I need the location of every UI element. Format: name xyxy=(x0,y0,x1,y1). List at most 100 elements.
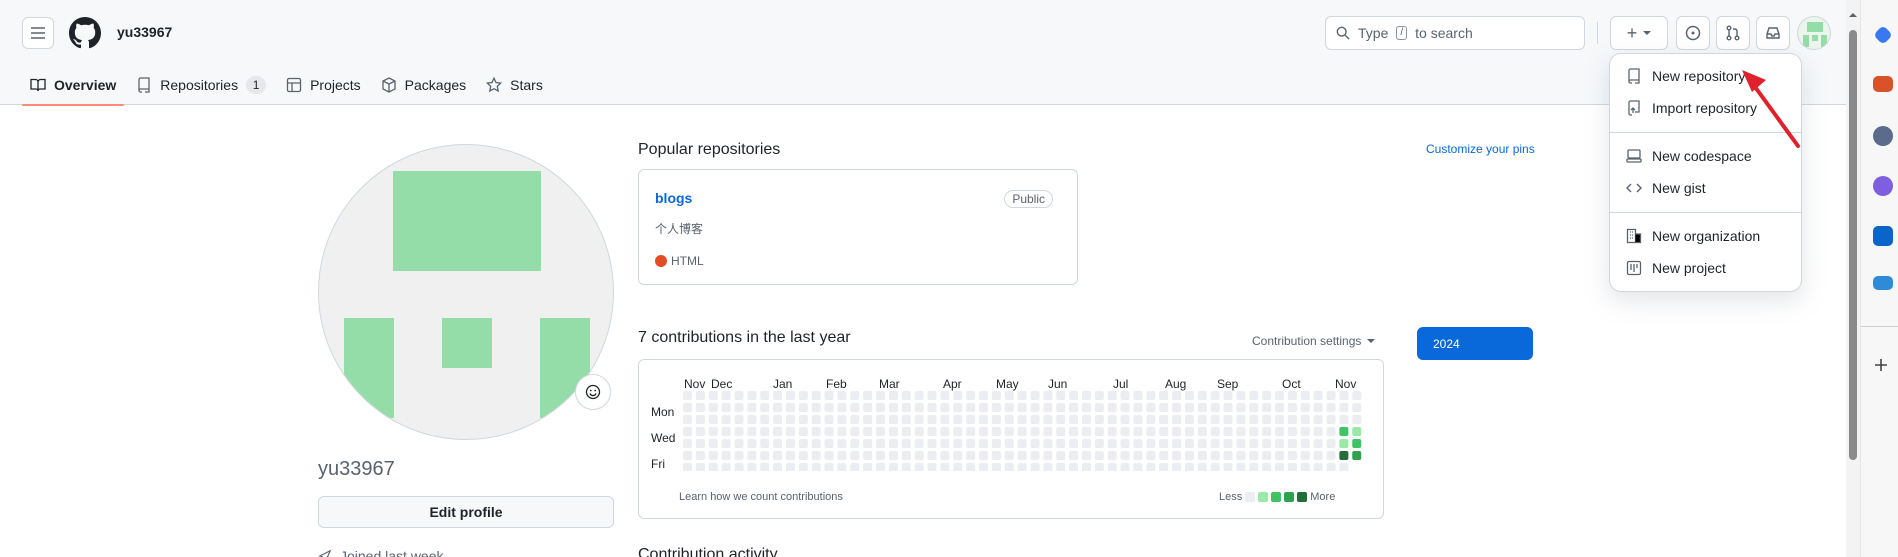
inbox-button[interactable] xyxy=(1756,16,1790,50)
contribution-day-cell[interactable] xyxy=(1262,439,1272,448)
contribution-day-cell[interactable] xyxy=(683,403,692,412)
contribution-day-cell[interactable] xyxy=(1159,439,1169,448)
contribution-day-cell[interactable] xyxy=(1159,415,1169,424)
contribution-day-cell[interactable] xyxy=(773,391,783,400)
contribution-day-cell[interactable] xyxy=(1287,427,1297,436)
contribution-day-cell[interactable] xyxy=(1120,415,1130,424)
contribution-day-cell[interactable] xyxy=(1197,463,1207,471)
contribution-day-cell[interactable] xyxy=(940,391,950,400)
contribution-day-cell[interactable] xyxy=(811,391,821,400)
contribution-day-cell[interactable] xyxy=(1081,451,1091,460)
contribution-day-cell[interactable] xyxy=(991,439,1001,448)
contribution-day-cell[interactable] xyxy=(927,427,937,436)
contribution-day-cell[interactable] xyxy=(1197,403,1207,412)
contribution-day-cell[interactable] xyxy=(1069,415,1079,424)
contribution-day-cell[interactable] xyxy=(837,427,847,436)
contribution-day-cell[interactable] xyxy=(991,403,1001,412)
contribution-day-cell[interactable] xyxy=(734,415,744,424)
contribution-day-cell[interactable] xyxy=(1120,427,1130,436)
contribution-day-cell[interactable] xyxy=(1210,439,1220,448)
contribution-day-cell[interactable] xyxy=(1133,403,1143,412)
contribution-day-cell[interactable] xyxy=(1172,439,1182,448)
contribution-day-cell[interactable] xyxy=(953,427,963,436)
contribution-day-cell[interactable] xyxy=(1081,415,1091,424)
contribution-day-cell[interactable] xyxy=(683,415,692,424)
toolbox-icon[interactable] xyxy=(1873,76,1893,92)
contribution-day-cell[interactable] xyxy=(953,391,963,400)
contribution-day-cell[interactable] xyxy=(760,451,770,460)
contribution-day-cell[interactable] xyxy=(1184,415,1194,424)
contribution-day-cell[interactable] xyxy=(914,427,924,436)
menu-button[interactable] xyxy=(22,17,54,49)
contribution-day-cell[interactable] xyxy=(837,451,847,460)
contribution-day-cell[interactable] xyxy=(1017,391,1027,400)
contribution-day-cell[interactable] xyxy=(1146,391,1156,400)
contribution-day-cell[interactable] xyxy=(760,439,770,448)
contribution-day-cell[interactable] xyxy=(695,391,705,400)
contribution-day-cell[interactable] xyxy=(721,427,731,436)
contribution-day-cell[interactable] xyxy=(876,391,886,400)
contribution-day-cell[interactable] xyxy=(1146,427,1156,436)
contribution-day-cell[interactable] xyxy=(1339,439,1349,448)
contribution-day-cell[interactable] xyxy=(1210,451,1220,460)
contribution-day-cell[interactable] xyxy=(785,403,795,412)
contribution-day-cell[interactable] xyxy=(1249,391,1259,400)
contribution-day-cell[interactable] xyxy=(760,463,770,471)
contribution-day-cell[interactable] xyxy=(888,463,898,471)
contribution-day-cell[interactable] xyxy=(1210,391,1220,400)
contribution-day-cell[interactable] xyxy=(901,415,911,424)
menu-item-new-organization[interactable]: New organization xyxy=(1626,228,1760,244)
tab-repositories[interactable]: Repositories 1 xyxy=(126,65,276,105)
contribution-day-cell[interactable] xyxy=(1043,415,1053,424)
contribution-day-cell[interactable] xyxy=(927,415,937,424)
contribution-day-cell[interactable] xyxy=(760,415,770,424)
contribution-day-cell[interactable] xyxy=(876,415,886,424)
contribution-day-cell[interactable] xyxy=(1172,427,1182,436)
contribution-day-cell[interactable] xyxy=(824,427,834,436)
contribution-day-cell[interactable] xyxy=(1197,427,1207,436)
contribution-day-cell[interactable] xyxy=(1056,403,1066,412)
contribution-day-cell[interactable] xyxy=(1326,403,1336,412)
contribution-day-cell[interactable] xyxy=(708,463,718,471)
create-new-button[interactable]: + xyxy=(1610,16,1668,50)
contribution-day-cell[interactable] xyxy=(1249,427,1259,436)
contribution-day-cell[interactable] xyxy=(1197,439,1207,448)
menu-item-new-project[interactable]: New project xyxy=(1626,260,1726,276)
contribution-day-cell[interactable] xyxy=(1056,391,1066,400)
contribution-day-cell[interactable] xyxy=(940,439,950,448)
contribution-day-cell[interactable] xyxy=(734,391,744,400)
contribution-day-cell[interactable] xyxy=(785,439,795,448)
contribution-day-cell[interactable] xyxy=(1184,391,1194,400)
contribution-day-cell[interactable] xyxy=(1313,439,1323,448)
contribution-day-cell[interactable] xyxy=(773,427,783,436)
contribution-day-cell[interactable] xyxy=(1184,427,1194,436)
contribution-day-cell[interactable] xyxy=(1326,391,1336,400)
contribution-day-cell[interactable] xyxy=(824,463,834,471)
contribution-day-cell[interactable] xyxy=(1094,403,1104,412)
contribution-day-cell[interactable] xyxy=(1004,427,1014,436)
contribution-day-cell[interactable] xyxy=(1223,427,1233,436)
contribution-day-cell[interactable] xyxy=(1081,439,1091,448)
contribution-day-cell[interactable] xyxy=(927,451,937,460)
contribution-day-cell[interactable] xyxy=(1339,403,1349,412)
contribution-day-cell[interactable] xyxy=(1352,415,1362,424)
contribution-day-cell[interactable] xyxy=(1030,403,1040,412)
contribution-day-cell[interactable] xyxy=(1159,451,1169,460)
contribution-day-cell[interactable] xyxy=(1339,451,1349,460)
contribution-day-cell[interactable] xyxy=(863,451,873,460)
contribution-day-cell[interactable] xyxy=(1300,391,1310,400)
contribution-day-cell[interactable] xyxy=(1146,451,1156,460)
contribution-day-cell[interactable] xyxy=(901,403,911,412)
contribution-day-cell[interactable] xyxy=(1352,451,1362,460)
contribution-day-cell[interactable] xyxy=(773,439,783,448)
contribution-day-cell[interactable] xyxy=(1094,391,1104,400)
contribution-day-cell[interactable] xyxy=(1159,463,1169,471)
contribution-day-cell[interactable] xyxy=(695,415,705,424)
contribution-day-cell[interactable] xyxy=(1107,415,1117,424)
contribution-day-cell[interactable] xyxy=(708,391,718,400)
contribution-day-cell[interactable] xyxy=(811,427,821,436)
contribution-day-cell[interactable] xyxy=(1223,463,1233,471)
year-2024-button[interactable]: 2024 xyxy=(1417,327,1533,360)
contribution-day-cell[interactable] xyxy=(1159,391,1169,400)
contribution-day-cell[interactable] xyxy=(1056,439,1066,448)
